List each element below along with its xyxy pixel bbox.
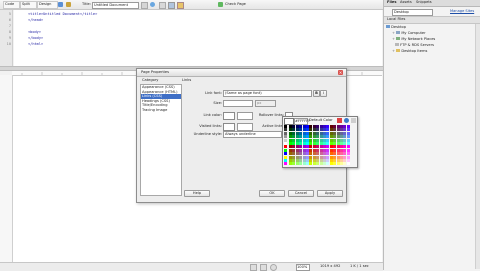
current-color-preview [284,118,294,125]
size-unit-select[interactable]: px [255,100,276,107]
visual-aids-icon[interactable] [177,2,184,9]
color-swatch-grid[interactable] [283,125,357,167]
preview-browser-icon[interactable] [150,2,155,7]
color-swatch[interactable] [346,162,350,166]
section-label: Links [182,78,192,82]
file-management-icon[interactable] [141,2,148,9]
color-hex-input[interactable]: #FFFFFF [294,118,310,125]
refresh-icon[interactable] [159,2,166,9]
link-font-select[interactable]: (Same as page font) [223,90,312,97]
category-list[interactable]: Appearance (CSS) Appearance (HTML) Links… [140,84,182,196]
color-picker-popup: #FFFFFF Default Color [282,116,358,168]
title-label: Title: [82,2,91,6]
tree-item-label: Desktop Items [401,49,428,53]
cancel-button[interactable]: Cancel [288,190,314,197]
eyedropper-icon[interactable] [351,118,356,123]
expand-icon[interactable]: + [392,31,395,35]
default-color-button[interactable]: Default Color [309,118,333,123]
tree-item[interactable]: + Desktop Items [386,48,478,54]
visited-color-input[interactable] [237,123,253,131]
rollover-label: Rollover links: [258,113,284,117]
inspect-icon[interactable] [66,2,71,7]
split-view-label: Split [22,2,30,6]
files-header: Local Files [384,16,480,24]
document-toolbar: Code Split Design Title: Untitled Docume… [0,0,383,10]
underline-label: Underline style: [193,132,222,136]
check-page-icon [218,2,223,7]
link-color-label: Link color: [203,113,223,117]
link-color-swatch[interactable] [223,112,235,120]
category-label: Category [142,78,159,82]
close-icon[interactable]: × [338,70,343,75]
split-view-button[interactable]: Split [20,1,37,9]
tree-item-label: FTP & RDS Servers [400,43,434,47]
title-input[interactable]: Untitled Document [92,2,139,9]
download-size: 1 K / 1 sec [350,264,369,268]
check-page-button[interactable]: Check Page [225,2,246,7]
code-view-button[interactable]: Code [3,1,20,9]
tab-files[interactable]: Files [387,0,397,5]
desktop-icon [386,25,390,28]
panel-scrollbar[interactable] [475,24,480,269]
dialog-title: Page Properties [141,70,170,74]
system-color-picker-icon[interactable] [344,118,349,123]
server-icon [395,43,399,46]
underline-select[interactable]: Always underline [223,131,282,138]
window-size[interactable]: 1019 x 492 [320,264,340,269]
size-label: Size: [213,101,222,105]
tree-item-label: Desktop [391,25,406,29]
vertical-ruler [0,75,13,262]
code-gutter: 5 6 7 8 9 10 [0,10,13,66]
bold-button[interactable]: B [313,90,320,97]
visited-color-swatch[interactable] [223,123,235,131]
view-options-icon[interactable] [168,2,175,9]
design-view-label: Design [39,2,52,6]
file-tree: Desktop + My Computer + My Network Place… [386,24,478,54]
link-font-label: Link font: [205,91,222,95]
line-number: 10 [6,42,11,46]
live-view-icon[interactable] [58,2,63,7]
tab-snippets[interactable]: Snippets [416,0,432,5]
expand-icon[interactable]: + [392,37,395,41]
link-color-input[interactable] [237,112,253,120]
manage-sites-link[interactable]: Manage Sites [450,9,474,14]
local-files-label: Local Files [387,17,406,21]
visited-label: Visited links: [199,124,222,128]
tree-item-label: My Network Places [401,37,436,41]
site-select[interactable]: Desktop [392,9,433,16]
network-icon [396,37,401,40]
active-label: Active links: [262,124,284,128]
code-line: </html> [28,42,44,46]
panel-tabs: Files Assets Snippets [384,0,480,7]
files-panel: Files Assets Snippets Desktop Manage Sit… [383,0,480,270]
expand-icon[interactable]: + [392,49,395,53]
apply-button[interactable]: Apply [317,190,343,197]
code-view-label: Code [5,2,15,6]
help-button[interactable]: Help [184,190,210,197]
italic-button[interactable]: I [320,90,327,97]
color-swatch[interactable] [284,162,288,166]
design-view-button[interactable]: Design [37,1,58,9]
dialog-titlebar[interactable]: Page Properties × [137,69,346,77]
folder-icon [396,49,401,52]
tab-assets[interactable]: Assets [400,0,412,5]
tree-item-label: My Computer [401,31,426,35]
size-select[interactable] [223,100,253,107]
category-item[interactable]: Tracing Image [141,108,181,113]
code-editor[interactable]: <title>Untitled Document</title> </head>… [14,10,382,66]
no-color-icon[interactable] [337,118,342,123]
computer-icon [396,31,401,34]
ok-button[interactable]: OK [259,190,285,197]
